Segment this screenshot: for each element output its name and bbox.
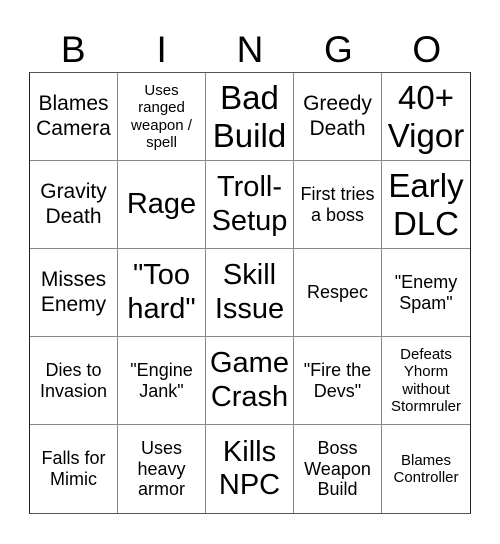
bingo-cell[interactable]: Respec bbox=[294, 249, 382, 337]
bingo-cell[interactable]: Boss Weapon Build bbox=[294, 425, 382, 513]
header-letter-o: O bbox=[412, 29, 442, 70]
bingo-cell[interactable]: "Enemy Spam" bbox=[382, 249, 470, 337]
header-letter-i: I bbox=[156, 29, 167, 70]
bingo-cell[interactable]: Misses Enemy bbox=[30, 249, 118, 337]
bingo-cell[interactable]: Rage bbox=[118, 161, 206, 249]
bingo-cell[interactable]: Greedy Death bbox=[294, 73, 382, 161]
bingo-cell[interactable]: Kills NPC bbox=[206, 425, 294, 513]
bingo-cell[interactable]: Dies to Invasion bbox=[30, 337, 118, 425]
bingo-cell[interactable]: 40+ Vigor bbox=[382, 73, 470, 161]
bingo-cell[interactable]: Uses ranged weapon / spell bbox=[118, 73, 206, 161]
bingo-cell[interactable]: Skill Issue bbox=[206, 249, 294, 337]
bingo-cell[interactable]: Blames Controller bbox=[382, 425, 470, 513]
bingo-header: B I N G O bbox=[29, 28, 471, 72]
bingo-cell[interactable]: Troll-Setup bbox=[206, 161, 294, 249]
bingo-cell[interactable]: "Too hard" bbox=[118, 249, 206, 337]
bingo-cell[interactable]: Defeats Yhorm without Stormruler bbox=[382, 337, 470, 425]
header-letter-n: N bbox=[236, 29, 264, 70]
bingo-cell[interactable]: Uses heavy armor bbox=[118, 425, 206, 513]
bingo-cell[interactable]: Early DLC bbox=[382, 161, 470, 249]
header-letter-b: B bbox=[60, 29, 86, 70]
bingo-cell[interactable]: "Engine Jank" bbox=[118, 337, 206, 425]
bingo-cell[interactable]: "Fire the Devs" bbox=[294, 337, 382, 425]
bingo-cell[interactable]: Gravity Death bbox=[30, 161, 118, 249]
bingo-cell[interactable]: Blames Camera bbox=[30, 73, 118, 161]
header-letter-g: G bbox=[324, 29, 353, 70]
bingo-cell[interactable]: Game Crash bbox=[206, 337, 294, 425]
bingo-card: Blames Camera Uses ranged weapon / spell… bbox=[29, 72, 471, 514]
bingo-cell[interactable]: Falls for Mimic bbox=[30, 425, 118, 513]
bingo-cell[interactable]: First tries a boss bbox=[294, 161, 382, 249]
bingo-cell[interactable]: Bad Build bbox=[206, 73, 294, 161]
